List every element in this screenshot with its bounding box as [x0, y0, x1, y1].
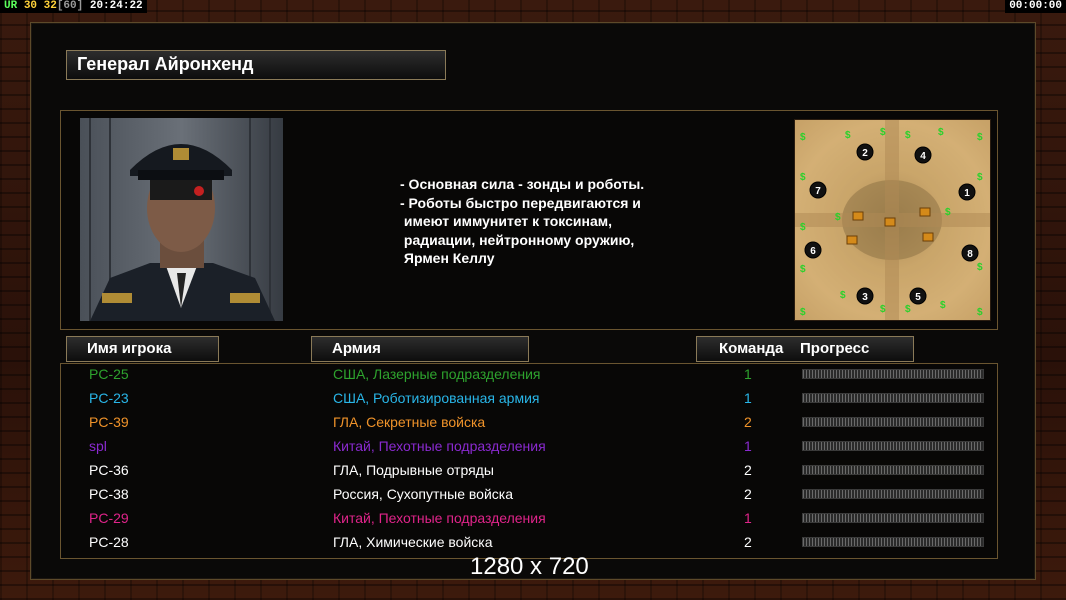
- header-army: Армия: [311, 336, 529, 362]
- map-resource-marker: $: [800, 172, 806, 183]
- player-row: PC-38 Россия, Сухопутные войска 2: [0, 484, 1066, 508]
- description-line: - Основная сила - зонды и роботы.: [400, 176, 645, 192]
- map-preview-image: 2 4 7 1 6 8 3 5 $ $ $ $ $ $ $ $ $ $ $ $ …: [795, 120, 990, 320]
- description-line: имеют иммунитет к токсинам,: [400, 213, 613, 229]
- player-row: PC-29 Китай, Пехотные подразделения 1: [0, 508, 1066, 532]
- map-start-label: 3: [862, 292, 868, 303]
- map-resource-marker: $: [835, 212, 841, 223]
- map-resource-marker: $: [977, 132, 983, 143]
- header-player-name: Имя игрока: [66, 336, 219, 362]
- player-name: spl: [89, 438, 107, 454]
- player-team: 2: [744, 534, 752, 550]
- map-start-label: 1: [964, 188, 970, 199]
- player-name: PC-25: [89, 366, 129, 382]
- player-row: PC-23 США, Роботизированная армия 1: [0, 388, 1066, 412]
- player-team: 2: [744, 414, 752, 430]
- player-team: 2: [744, 462, 752, 478]
- player-army: Китай, Пехотные подразделения: [333, 510, 546, 526]
- general-name: Генерал Айронхенд: [77, 54, 254, 74]
- player-name: PC-36: [89, 462, 129, 478]
- player-row: PC-25 США, Лазерные подразделения 1: [0, 364, 1066, 388]
- player-army: Китай, Пехотные подразделения: [333, 438, 546, 454]
- player-army: ГЛА, Секретные войска: [333, 414, 486, 430]
- player-name: PC-39: [89, 414, 129, 430]
- hud-fps-bracket: [60]: [56, 0, 84, 12]
- player-team: 2: [744, 486, 752, 502]
- player-army: ГЛА, Химические войска: [333, 534, 493, 550]
- map-resource-marker: $: [945, 207, 951, 218]
- map-resource-marker: $: [880, 304, 886, 315]
- player-team: 1: [744, 510, 752, 526]
- player-progress-bar: [802, 417, 984, 427]
- player-row: spl Китай, Пехотные подразделения 1: [0, 436, 1066, 460]
- description-line: радиации, нейтронному оружию,: [400, 231, 635, 248]
- player-army: Россия, Сухопутные войска: [333, 486, 513, 502]
- player-progress-bar: [802, 489, 984, 499]
- player-name: PC-28: [89, 534, 129, 550]
- map-resource-marker: $: [840, 290, 846, 301]
- player-row: PC-39 ГЛА, Секретные войска 2: [0, 412, 1066, 436]
- resolution-label: 1280 x 720: [470, 553, 589, 580]
- map-start-label: 7: [815, 186, 821, 197]
- hud-fps-cap: 32: [43, 0, 57, 12]
- player-army: США, Лазерные подразделения: [333, 366, 541, 382]
- portrait-image: [80, 118, 283, 321]
- map-resource-marker: $: [800, 222, 806, 233]
- player-name: PC-38: [89, 486, 129, 502]
- map-resource-marker: $: [800, 132, 806, 143]
- hud-ur-label: UR: [4, 0, 18, 12]
- player-army: ГЛА, Подрывные отряды: [333, 462, 494, 478]
- map-resource-marker: $: [845, 130, 851, 141]
- map-resource-marker: $: [905, 130, 911, 141]
- player-team: 1: [744, 438, 752, 454]
- hud-timer: 00:00:00: [1005, 0, 1066, 13]
- player-name: PC-23: [89, 390, 129, 406]
- header-team: Команда: [719, 340, 784, 357]
- player-army: США, Роботизированная армия: [333, 390, 540, 406]
- map-resource-marker: $: [800, 264, 806, 275]
- map-start-label: 6: [810, 246, 816, 257]
- hud-stats: UR 30 32[60] 20:24:22: [0, 0, 147, 13]
- hud-clock: 20:24:22: [89, 0, 143, 12]
- map-resource-marker: $: [800, 307, 806, 318]
- description-line: Ярмен Келлу: [400, 250, 495, 266]
- map-resource-marker: $: [977, 262, 983, 273]
- map-resource-marker: $: [977, 307, 983, 318]
- player-progress-bar: [802, 513, 984, 523]
- map-resource-marker: $: [880, 127, 886, 138]
- player-team: 1: [744, 366, 752, 382]
- map-start-label: 5: [915, 292, 921, 303]
- general-portrait: [80, 118, 283, 321]
- map-resource-marker: $: [938, 127, 944, 138]
- map-resource-marker: $: [905, 304, 911, 315]
- player-row: PC-36 ГЛА, Подрывные отряды 2: [0, 460, 1066, 484]
- player-name: PC-29: [89, 510, 129, 526]
- general-description: - Основная сила - зонды и роботы. - Робо…: [400, 175, 700, 268]
- player-progress-bar: [802, 465, 984, 475]
- map-start-label: 4: [920, 151, 926, 162]
- header-progress: Прогресс: [800, 340, 870, 357]
- general-title-box: Генерал Айронхенд: [66, 50, 446, 80]
- player-team: 1: [744, 390, 752, 406]
- player-progress-bar: [802, 393, 984, 403]
- map-resource-marker: $: [940, 300, 946, 311]
- player-progress-bar: [802, 537, 984, 547]
- header-team-progress: Команда Прогресс: [696, 336, 914, 362]
- player-progress-bar: [802, 369, 984, 379]
- map-start-label: 2: [862, 148, 868, 159]
- description-line: - Роботы быстро передвигаются и: [400, 194, 641, 211]
- map-preview: 2 4 7 1 6 8 3 5 $ $ $ $ $ $ $ $ $ $ $ $ …: [794, 119, 991, 321]
- hud-fps: 30: [23, 0, 38, 12]
- player-progress-bar: [802, 441, 984, 451]
- map-resource-marker: $: [977, 172, 983, 183]
- map-start-label: 8: [967, 249, 973, 260]
